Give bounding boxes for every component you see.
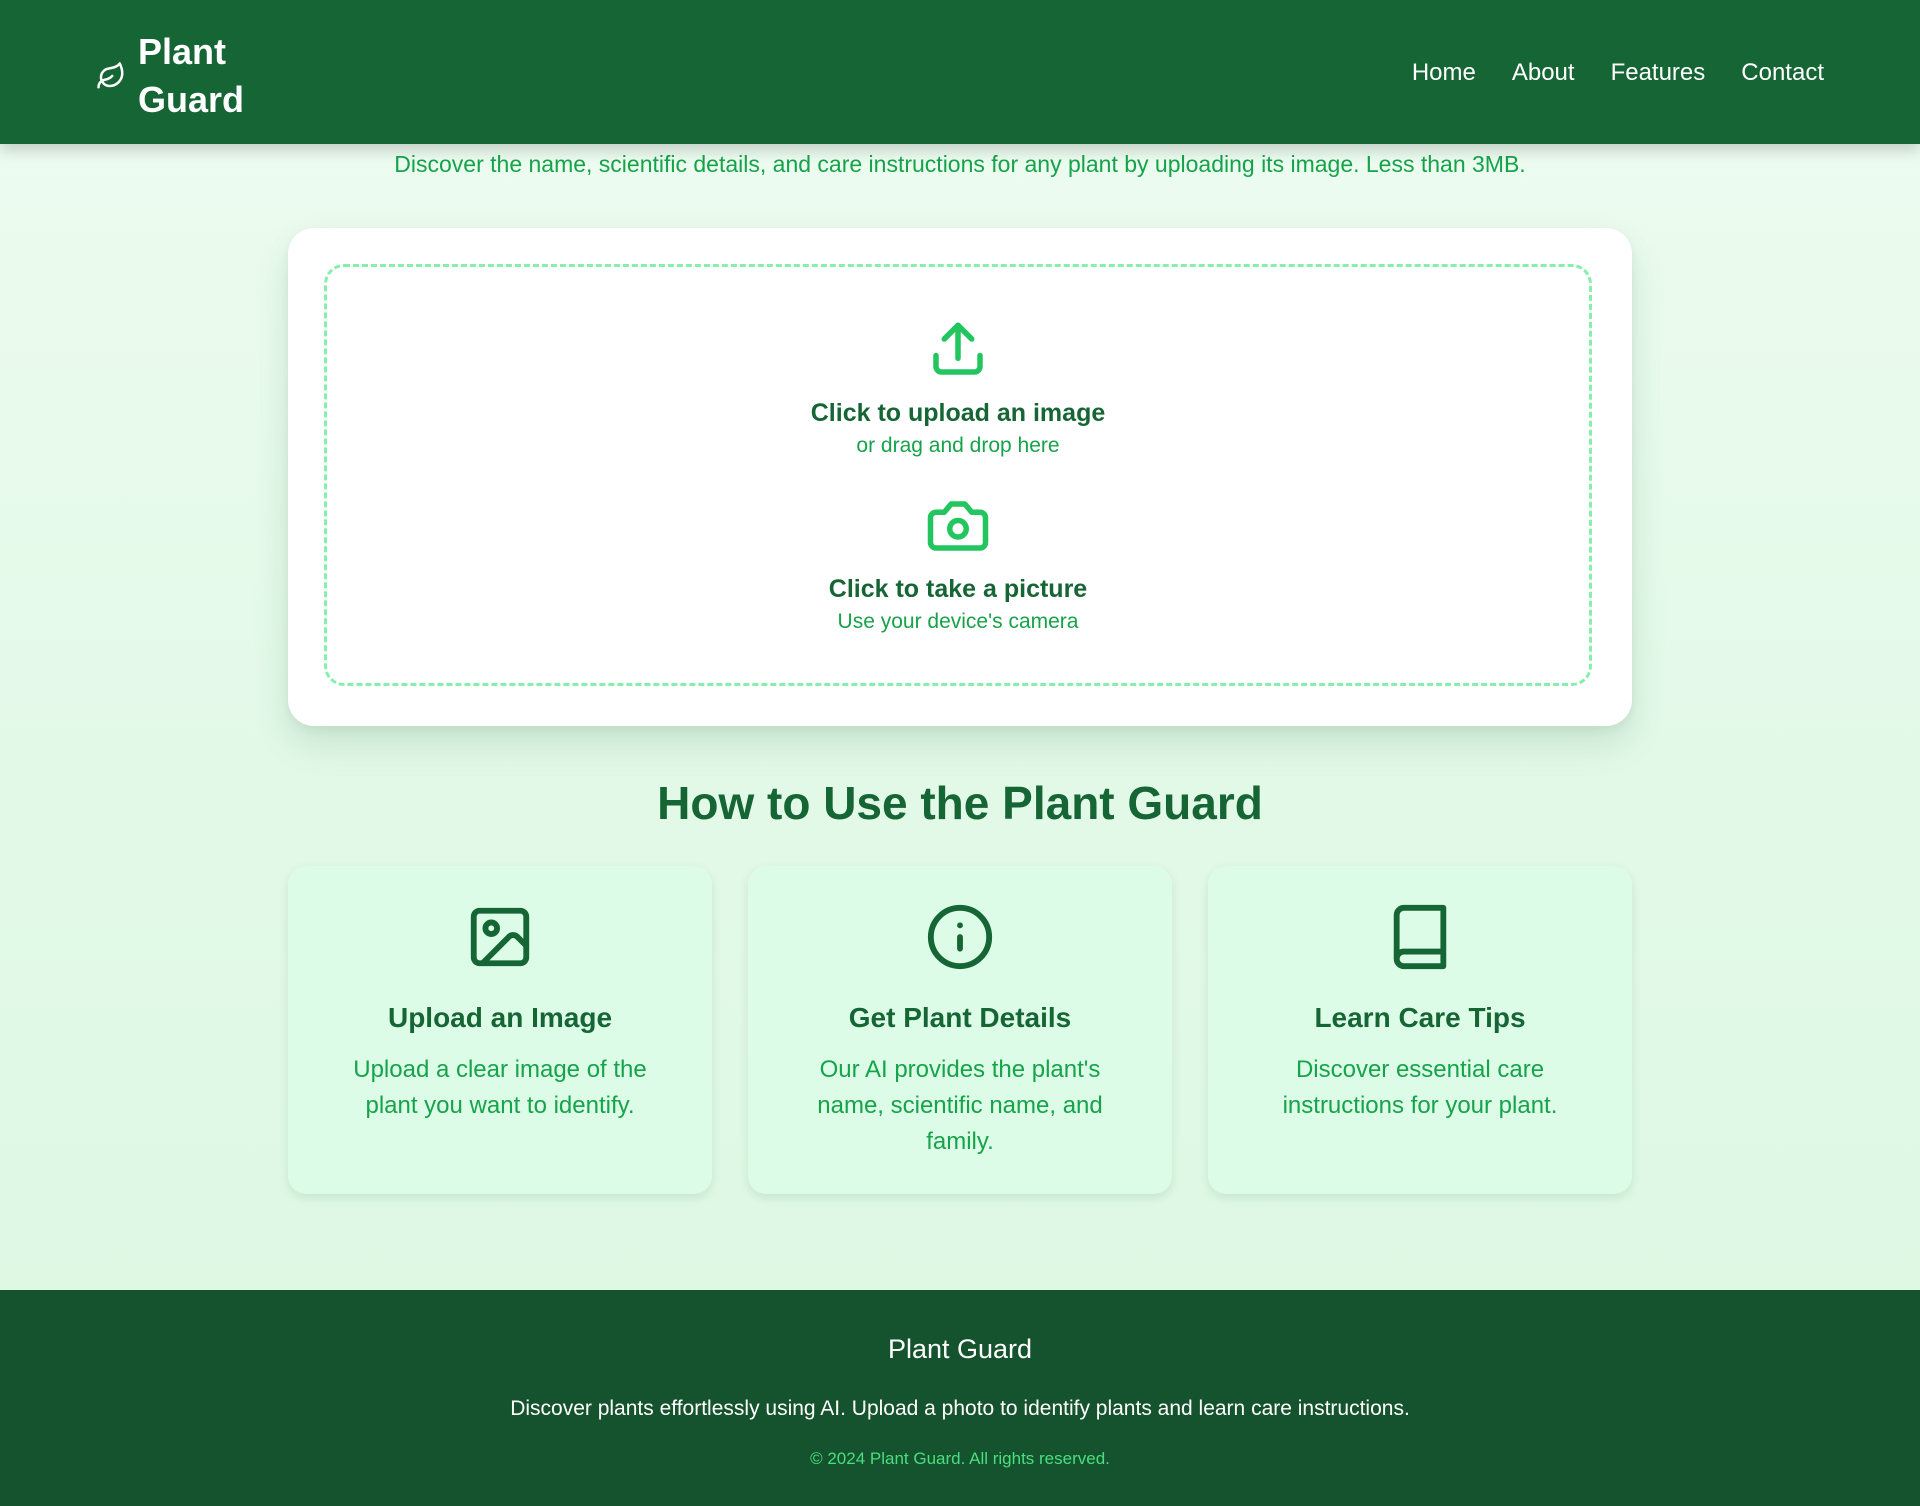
upload-dropzone[interactable]: Click to upload an image or drag and dro… xyxy=(324,264,1592,686)
camera-icon xyxy=(327,493,1589,559)
nav-features-link[interactable]: Features xyxy=(1611,56,1706,90)
camera-subtitle: Use your device's camera xyxy=(837,610,1079,633)
upload-subtitle: or drag and drop here xyxy=(856,434,1060,457)
footer-description: Discover plants effortlessly using AI. U… xyxy=(510,1397,1410,1420)
steps-grid: Upload an Image Upload a clear image of … xyxy=(288,866,1632,1194)
step-description: Our AI provides the plant's name, scient… xyxy=(817,1056,1103,1155)
brand-name: Plant Guard xyxy=(138,28,244,124)
upload-icon xyxy=(327,317,1589,383)
book-icon xyxy=(1385,902,1455,977)
footer-title: Plant Guard xyxy=(887,1334,1033,1364)
brand-name-line2: Guard xyxy=(138,79,245,120)
brand-logo[interactable]: Plant Guard xyxy=(96,28,244,124)
step-description: Discover essential care instructions for… xyxy=(1282,1056,1558,1119)
step-card-details: Get Plant Details Our AI provides the pl… xyxy=(748,866,1172,1194)
step-title: Upload an Image xyxy=(387,1002,613,1033)
nav-home-link[interactable]: Home xyxy=(1412,56,1476,90)
step-title: Get Plant Details xyxy=(848,1002,1072,1033)
upload-image-button[interactable]: Click to upload an image or drag and dro… xyxy=(327,317,1589,461)
nav-about-link[interactable]: About xyxy=(1512,56,1575,90)
step-description: Upload a clear image of the plant you wa… xyxy=(353,1056,647,1119)
upload-title: Click to upload an image xyxy=(810,399,1106,427)
page-subtitle: Discover the name, scientific details, a… xyxy=(394,151,1526,177)
footer-copyright: © 2024 Plant Guard. All rights reserved. xyxy=(810,1449,1110,1468)
upload-card: Click to upload an image or drag and dro… xyxy=(288,228,1632,726)
step-card-care: Learn Care Tips Discover essential care … xyxy=(1208,866,1632,1194)
info-icon xyxy=(925,902,995,977)
site-footer: Plant Guard Discover plants effortlessly… xyxy=(0,1290,1920,1506)
image-icon xyxy=(465,902,535,977)
step-card-upload: Upload an Image Upload a clear image of … xyxy=(288,866,712,1194)
leaf-icon xyxy=(96,61,126,91)
main-nav: Home About Features Contact xyxy=(1412,56,1824,90)
step-title: Learn Care Tips xyxy=(1314,1002,1526,1033)
nav-contact-link[interactable]: Contact xyxy=(1741,56,1824,90)
camera-title: Click to take a picture xyxy=(828,575,1088,603)
top-navbar: Plant Guard Home About Features Contact xyxy=(0,0,1920,144)
how-to-heading: How to Use the Plant Guard xyxy=(657,777,1263,829)
brand-name-line1: Plant xyxy=(138,31,227,72)
take-picture-button[interactable]: Click to take a picture Use your device'… xyxy=(327,493,1589,637)
